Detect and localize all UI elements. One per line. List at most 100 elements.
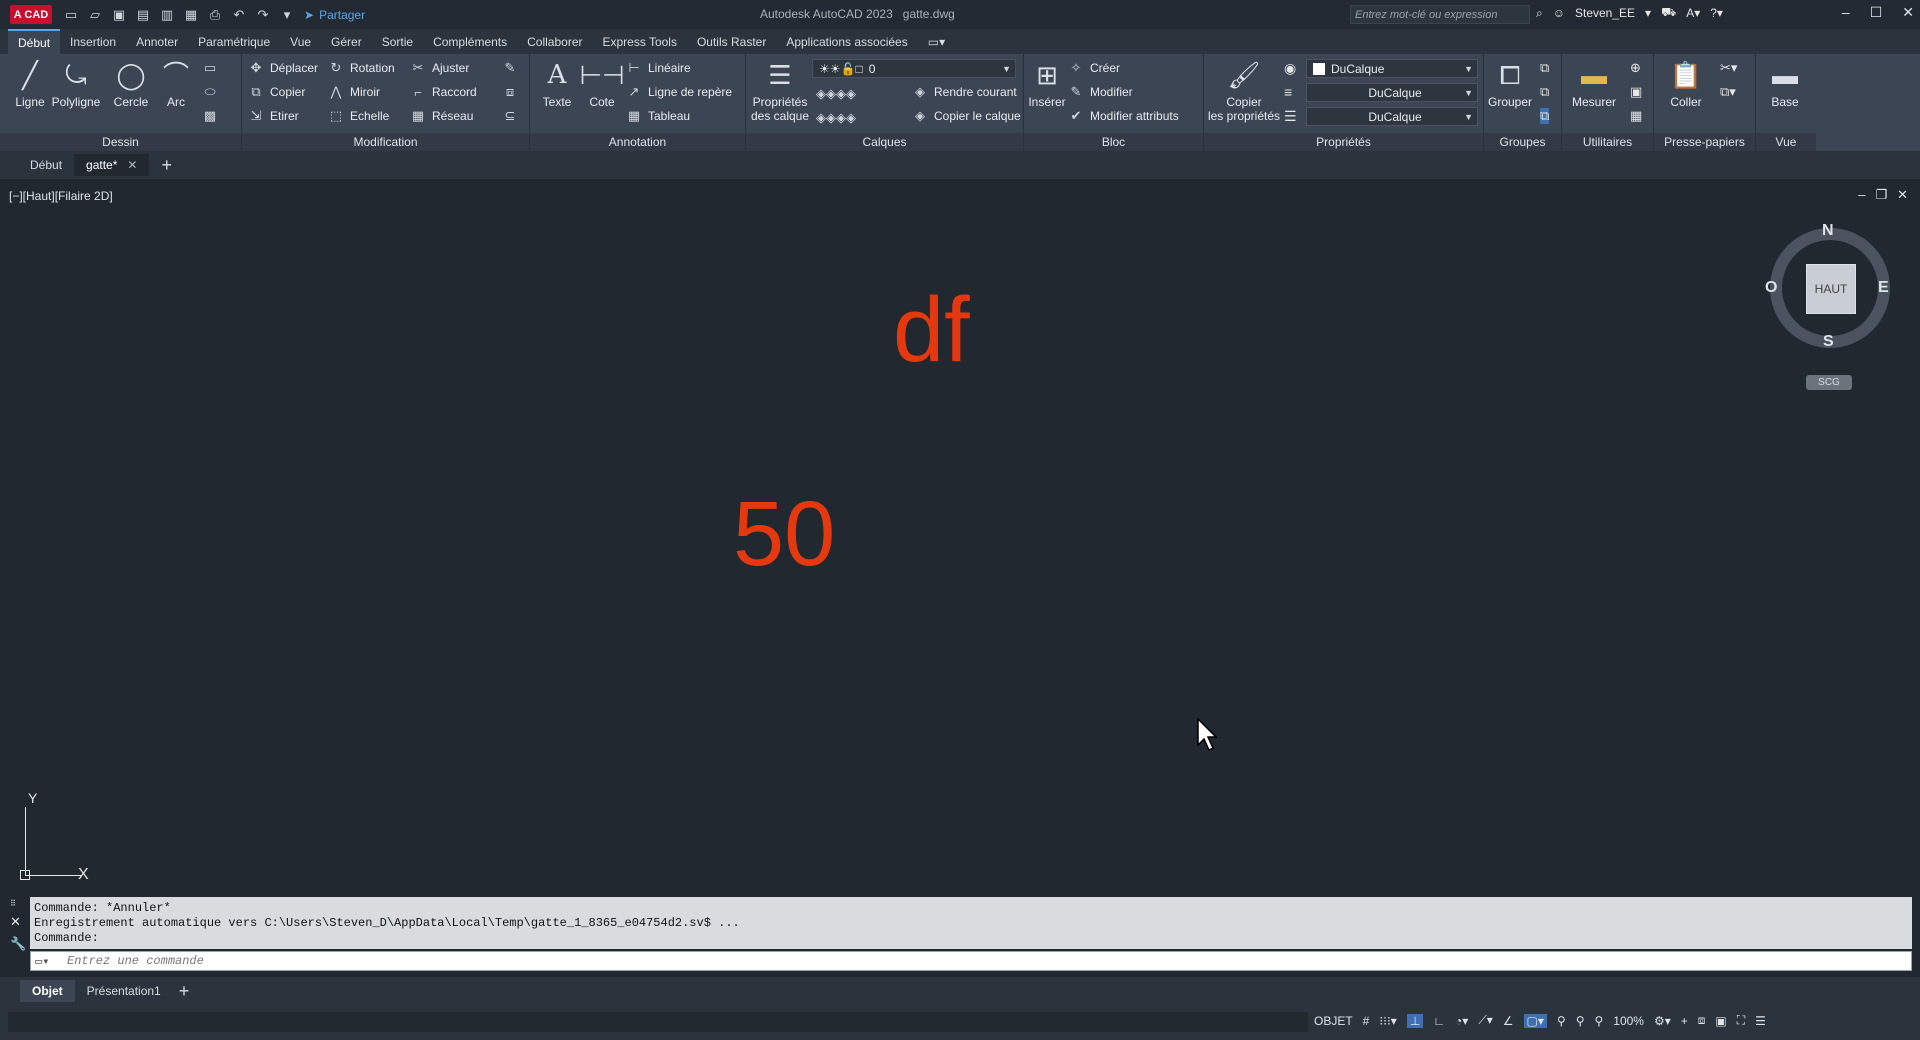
close-viewport-icon[interactable]: ✕ [1897,187,1908,203]
panel-title-annotation[interactable]: Annotation [530,133,745,151]
save-icon[interactable]: ▣ [110,6,128,24]
panel-title-groupes[interactable]: Groupes [1484,133,1561,151]
explode-tool[interactable]: ⧈ [502,82,518,102]
new-tab-icon[interactable]: + [161,155,172,176]
arc-button[interactable]: ⌒ Arc [158,58,194,109]
inserer-button[interactable]: ⊞ Insérer [1026,58,1068,109]
ribbon-toggle-icon[interactable]: ▭▾ [918,29,955,54]
quick-select-icon[interactable]: ⊕ [1630,60,1641,76]
copier-button[interactable]: ⧉ Copier [248,82,305,102]
base-button[interactable]: ▬ Base [1760,58,1810,109]
tab-applications-associees[interactable]: Applications associées [776,29,917,54]
new-file-icon[interactable]: ▭ [62,6,80,24]
minimize-viewport-icon[interactable]: – [1858,187,1865,203]
hardware-acceleration-icon[interactable]: ▣ [1715,1014,1726,1028]
etirer-button[interactable]: ⇲ Etirer [248,106,299,126]
modifier-button[interactable]: ✎ Modifier [1068,82,1133,102]
annotation-scale-icon[interactable]: ⚲ [1594,1014,1603,1028]
print-icon[interactable]: ⎙ [206,6,224,24]
cart-icon[interactable]: ⛟ [1661,5,1676,21]
viewport-controls-label[interactable]: [−][Haut][Filaire 2D] [9,189,113,203]
copier-proprietes-button[interactable]: 🖌 Copier les propriétés [1206,58,1282,123]
reseau-button[interactable]: ▦ Réseau [410,106,474,126]
cote-button[interactable]: ⊢⊣ Cote [579,58,624,109]
plot-icon[interactable]: ▥ [158,6,176,24]
customize-wrench-icon[interactable]: 🔧 [10,936,26,952]
polyligne-button[interactable]: ⤿ Polyligne [50,58,102,109]
close-tab-icon[interactable]: ✕ [127,158,137,172]
command-prompt-icon[interactable]: ▭▾ [35,954,49,969]
echelle-button[interactable]: ⬚ Echelle [328,106,390,126]
miroir-button[interactable]: ⋀ Miroir [328,82,380,102]
panel-title-utilitaires[interactable]: Utilitaires [1562,133,1653,151]
file-tab-start[interactable]: Début [18,154,74,176]
ortho-icon[interactable]: ∟ [1433,1014,1445,1028]
lineweight-dropdown[interactable]: DuCalque ▼ [1306,107,1478,126]
search-icon[interactable]: ⌕ [1536,6,1543,21]
panel-title-dessin[interactable]: Dessin [0,133,241,151]
ucs-menu-button[interactable]: SCG [1806,375,1852,390]
object-snap-tracking-icon[interactable]: ∠ [1503,1014,1514,1028]
erase-tool[interactable]: ✎ [502,58,518,78]
tab-insertion[interactable]: Insertion [60,29,126,54]
dynamic-input-icon[interactable]: ⊥ [1406,1013,1424,1028]
tab-vue[interactable]: Vue [280,29,321,54]
snap-icon[interactable]: ⁝⁝⁝▾ [1379,1014,1396,1028]
cercle-button[interactable]: ◯ Cercle [108,58,154,109]
layer-tools-row1[interactable]: ◈◈◈◈ [816,84,856,104]
undo-icon[interactable]: ↶ [230,6,248,24]
rectangle-tool[interactable]: ▭ [202,58,218,78]
save-as-icon[interactable]: ▤ [134,6,152,24]
copy-clip-icon[interactable]: ⧉▾ [1720,84,1736,100]
texte-button[interactable]: A Texte [536,58,578,109]
object-snap-icon[interactable]: ▢▾ [1523,1013,1547,1028]
compass-south[interactable]: S [1823,333,1834,351]
drawing-text-50[interactable]: 50 [733,482,835,587]
polar-icon[interactable]: ◔▾ [1455,1014,1468,1028]
modifier-attributs-button[interactable]: ✔ Modifier attributs [1068,106,1179,126]
tab-collaborer[interactable]: Collaborer [517,29,592,54]
close-icon[interactable]: ✕ [10,914,26,930]
publish-icon[interactable]: ▦ [182,6,200,24]
open-folder-icon[interactable]: ▱ [86,6,104,24]
panel-title-modification[interactable]: Modification [242,133,529,151]
help-search-input[interactable]: Entrez mot-clé ou expression [1350,5,1530,24]
maximize-icon[interactable]: ☐ [1870,4,1883,21]
layout-tab-presentation1[interactable]: Présentation1 [75,980,173,1002]
auto-scale-icon[interactable]: ⚲ [1576,1014,1585,1028]
ajuster-button[interactable]: ✂ Ajuster [410,58,470,78]
panel-title-vue[interactable]: Vue [1756,133,1816,151]
plus-icon[interactable]: + [1681,1014,1688,1028]
model-space-toggle[interactable]: OBJET [1314,1014,1353,1028]
grouper-button[interactable]: ⧠ Grouper [1486,58,1534,109]
group-edit-icon[interactable]: ⧉ [1540,84,1549,100]
tab-complements[interactable]: Compléments [423,29,517,54]
linetype-dropdown[interactable]: DuCalque ▼ [1306,83,1478,102]
creer-button[interactable]: ✧ Créer [1068,58,1120,78]
app-logo[interactable]: A CAD [10,5,52,24]
redo-icon[interactable]: ↷ [254,6,272,24]
chevron-down-icon[interactable]: ▾ [1645,6,1651,20]
panel-title-presse-papiers[interactable]: Presse-papiers [1654,133,1755,151]
ellipse-tool[interactable]: ⬭ [202,82,218,102]
new-layout-icon[interactable]: + [179,981,190,1002]
customize-dropdown-icon[interactable]: ▾ [278,6,296,24]
cut-icon[interactable]: ✂▾ [1720,60,1737,76]
annotation-visibility-icon[interactable]: ⚲ [1557,1014,1566,1028]
deplacer-button[interactable]: ✥ Déplacer [248,58,318,78]
mesurer-button[interactable]: ▬ Mesurer [1568,58,1620,109]
copier-calque-button[interactable]: ◈ Copier le calque [912,106,1021,126]
compass-east[interactable]: E [1878,279,1889,297]
restore-viewport-icon[interactable]: ❐ [1875,187,1887,203]
grid-icon[interactable]: # [1363,1014,1370,1028]
layout-tab-objet[interactable]: Objet [20,980,75,1002]
group-select-icon[interactable]: ⧉ [1540,108,1550,124]
tab-express-tools[interactable]: Express Tools [592,29,686,54]
share-button[interactable]: ➤ Partager [304,8,365,22]
layer-tools-row2[interactable]: ◈◈◈◈ [816,108,856,128]
file-tab-gatte[interactable]: gatte* ✕ [74,154,150,176]
tab-debut[interactable]: Début [8,29,61,54]
zoom-level[interactable]: 100% [1613,1014,1644,1028]
ungroup-icon[interactable]: ⧉ [1540,60,1549,76]
coller-button[interactable]: 📋 Coller [1662,58,1710,109]
